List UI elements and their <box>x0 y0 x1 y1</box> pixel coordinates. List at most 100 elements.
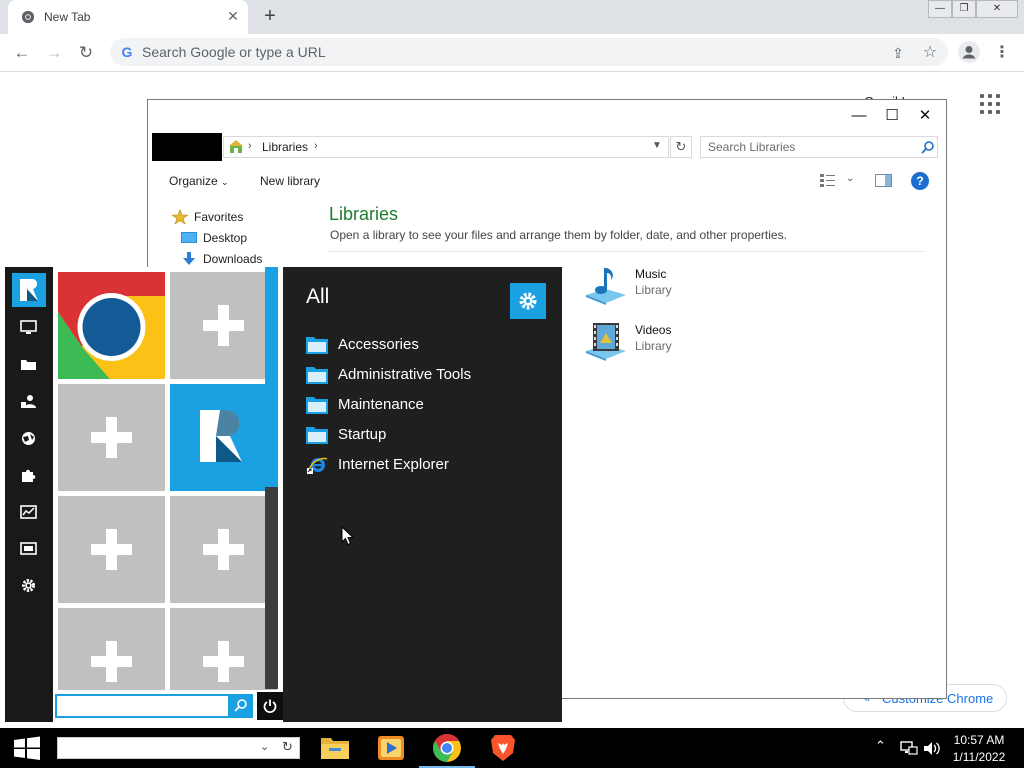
tile-add-5[interactable] <box>58 608 165 690</box>
settings-icon[interactable] <box>20 578 37 593</box>
settings-icon <box>519 292 537 310</box>
taskbar-chrome[interactable] <box>419 728 475 768</box>
explorer-search-placeholder: Search Libraries <box>708 140 796 154</box>
browser-minimize-button[interactable]: — <box>928 0 952 18</box>
browser-tab-new-tab[interactable]: New Tab ✕ <box>8 0 248 34</box>
library-videos[interactable]: Videos Library <box>584 321 724 363</box>
taskbar-address-toolbar[interactable]: ⌄ ↻ <box>57 737 300 759</box>
start-menu-logo-icon[interactable] <box>12 273 46 307</box>
search-icon[interactable] <box>921 141 934 154</box>
explorer-search-box[interactable]: Search Libraries <box>700 136 938 158</box>
program-administrative-tools[interactable]: Administrative Tools <box>305 363 545 389</box>
library-music-name: Music <box>635 267 667 281</box>
volume-icon[interactable] <box>923 741 941 756</box>
display-icon[interactable] <box>20 542 37 557</box>
organize-menu[interactable]: Organize ⌄ <box>169 174 229 188</box>
address-dropdown-icon[interactable]: ▼ <box>652 140 662 151</box>
explorer-back-forward-buttons[interactable] <box>152 133 222 161</box>
puzzle-icon[interactable] <box>20 468 37 483</box>
computer-icon[interactable] <box>20 320 37 335</box>
library-videos-type: Library <box>635 339 672 353</box>
program-label: Accessories <box>338 336 419 353</box>
start-menu-settings-button[interactable] <box>510 283 546 319</box>
clock-date[interactable]: 1/11/2022 <box>940 750 1018 764</box>
program-label: Maintenance <box>338 396 424 413</box>
power-icon <box>263 699 277 713</box>
tile-add-3[interactable] <box>58 496 165 603</box>
tab-close-icon[interactable]: ✕ <box>225 8 241 24</box>
forward-button[interactable]: → <box>42 42 66 64</box>
profile-avatar-icon[interactable] <box>958 41 980 63</box>
help-icon[interactable]: ? <box>911 172 929 190</box>
share-icon[interactable]: ⇪ <box>889 44 907 62</box>
taskbar-media-player[interactable] <box>363 728 419 768</box>
windows-start-button[interactable] <box>0 728 54 768</box>
chrome-icon <box>58 272 165 379</box>
new-library-button[interactable]: New library <box>260 174 320 188</box>
new-tab-button[interactable]: + <box>259 6 281 28</box>
downloads-icon <box>183 252 195 265</box>
mouse-cursor-icon <box>341 526 354 546</box>
folder-icon <box>306 397 328 414</box>
tile-chrome[interactable] <box>58 272 165 379</box>
start-menu-search-button[interactable] <box>228 694 253 718</box>
change-view-icon[interactable] <box>820 173 836 187</box>
explorer-maximize-button[interactable]: ☐ <box>881 105 903 127</box>
start-menu-tiles-area <box>53 267 283 722</box>
explorer-close-button[interactable]: ✕ <box>914 105 936 127</box>
tiles-scrollbar-thumb[interactable] <box>265 267 278 487</box>
library-videos-name: Videos <box>635 323 672 337</box>
omnibox-placeholder: Search Google or type a URL <box>142 44 326 60</box>
tile-add-1[interactable] <box>170 272 277 379</box>
explorer-address-bar[interactable]: › Libraries › ▼ <box>223 136 669 158</box>
tab-title: New Tab <box>44 10 91 24</box>
folder-icon <box>306 427 328 444</box>
browser-restore-button[interactable]: ❐ <box>952 0 976 18</box>
tile-add-2[interactable] <box>58 384 165 491</box>
nav-downloads-label: Downloads <box>203 252 263 266</box>
preview-pane-icon[interactable] <box>875 174 892 187</box>
users-icon[interactable] <box>20 394 37 409</box>
explorer-minimize-button[interactable]: — <box>848 105 870 127</box>
refresh-icon[interactable]: ↻ <box>282 739 293 755</box>
view-options-chevron-icon[interactable]: ⌄ <box>846 173 854 184</box>
chevron-down-icon[interactable]: ⌄ <box>260 740 269 753</box>
taskbar-brave[interactable] <box>475 728 531 768</box>
breadcrumb-libraries[interactable]: Libraries <box>262 140 308 154</box>
monitor-graph-icon[interactable] <box>20 505 37 520</box>
folder-icon[interactable] <box>20 357 37 372</box>
explorer-refresh-button[interactable]: ↻ <box>670 136 692 158</box>
all-programs-title: All <box>306 285 330 308</box>
browser-close-button[interactable]: ✕ <box>976 0 1018 18</box>
omnibox[interactable]: G Search Google or type a URL <box>110 38 948 66</box>
program-internet-explorer[interactable]: Internet Explorer <box>305 453 545 479</box>
tile-add-6[interactable] <box>170 608 277 690</box>
google-apps-icon[interactable] <box>978 92 1002 116</box>
internet-explorer-icon <box>307 457 328 474</box>
media-player-icon <box>378 736 404 760</box>
power-button[interactable] <box>257 692 283 720</box>
nav-desktop-label: Desktop <box>203 231 248 245</box>
network-icon[interactable] <box>900 741 918 756</box>
chrome-icon <box>433 734 461 762</box>
program-maintenance[interactable]: Maintenance <box>305 393 545 419</box>
breadcrumb-chevron-icon[interactable]: › <box>314 140 318 152</box>
program-startup[interactable]: Startup <box>305 423 545 449</box>
tile-r-app[interactable] <box>170 384 277 491</box>
back-button[interactable]: ← <box>10 42 34 64</box>
bookmark-star-icon[interactable]: ☆ <box>921 44 939 62</box>
library-music[interactable]: Music Library <box>584 265 724 307</box>
folder-icon <box>306 367 328 384</box>
show-hidden-icons-icon[interactable]: ⌃ <box>875 738 886 754</box>
taskbar-file-explorer[interactable] <box>307 728 363 768</box>
brave-icon <box>491 735 515 761</box>
folder-icon <box>306 337 328 354</box>
program-label: Internet Explorer <box>338 456 449 473</box>
program-accessories[interactable]: Accessories <box>305 333 545 359</box>
network-icon[interactable] <box>20 431 37 446</box>
start-menu-search-input[interactable] <box>55 694 251 718</box>
clock-time[interactable]: 10:57 AM <box>940 733 1018 747</box>
tile-add-4[interactable] <box>170 496 277 603</box>
reload-button[interactable]: ↻ <box>74 42 98 64</box>
chrome-menu-icon[interactable]: ⋮ <box>993 44 1011 62</box>
